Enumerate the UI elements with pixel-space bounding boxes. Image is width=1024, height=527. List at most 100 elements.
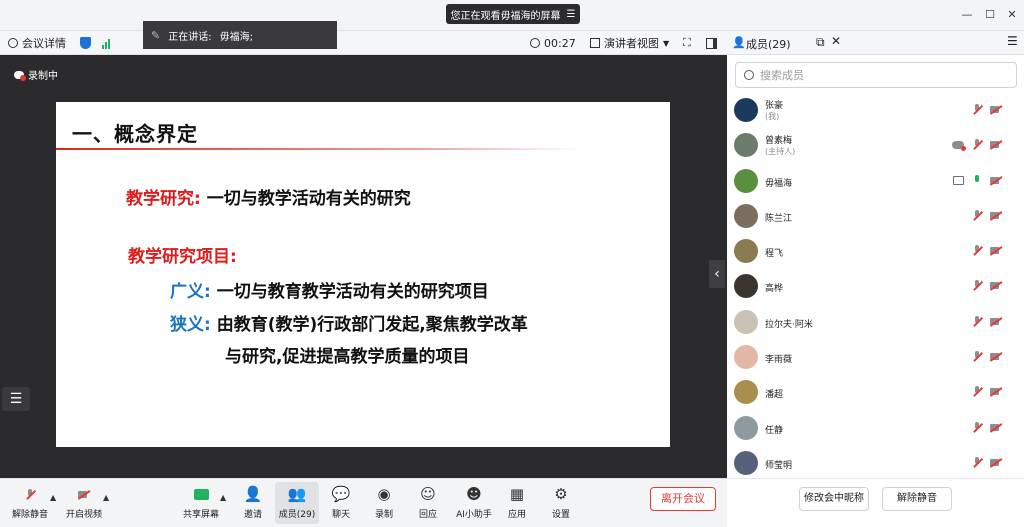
mic-off-icon[interactable] (972, 456, 982, 468)
camera-off-icon[interactable] (990, 352, 1002, 361)
member-row[interactable]: 程飞 (727, 234, 1024, 269)
member-status-icons (972, 351, 1002, 362)
close-panel-icon[interactable]: ✕ (831, 34, 841, 48)
chat-button[interactable]: 💬 聊天 (319, 482, 363, 524)
mic-off-icon[interactable] (972, 139, 982, 150)
camera-off-icon[interactable] (990, 423, 1002, 432)
avatar (734, 133, 758, 158)
camera-off-icon[interactable] (990, 317, 1002, 326)
member-status-icons (972, 104, 1002, 115)
panel-unmute-button[interactable]: 解除静音 (882, 487, 952, 511)
view-mode-button[interactable]: 演讲者视图 ▼ (590, 35, 669, 51)
meeting-details-button[interactable]: 会议详情 (8, 35, 66, 51)
leave-meeting-button[interactable]: 离开会议 (650, 487, 716, 511)
camera-off-icon[interactable] (990, 176, 1002, 185)
fullscreen-icon[interactable]: ⛶ (683, 35, 691, 51)
chevron-left-icon[interactable]: ‹ (709, 260, 725, 288)
members-button[interactable]: 👥 成员(29) (275, 482, 319, 524)
mic-off-icon[interactable] (972, 209, 982, 221)
member-status-icons (953, 174, 1002, 186)
gear-icon: ⚙ (554, 485, 568, 503)
slide-line-1: 教学研究: 一切与教学活动有关的研究 (126, 184, 411, 209)
mic-off-icon[interactable] (972, 245, 982, 256)
member-row[interactable]: 师莹明 (727, 446, 1024, 481)
mic-off-icon[interactable] (972, 386, 982, 397)
popout-icon[interactable]: ⧉ (816, 35, 825, 50)
share-options-chevron-icon[interactable]: ▲ (220, 493, 226, 502)
mic-on-icon[interactable] (972, 174, 982, 186)
member-name: 高桦 (765, 284, 784, 295)
signal-icon[interactable] (102, 35, 110, 51)
duration-value: 00:27 (544, 36, 576, 50)
member-row[interactable]: 任静 (727, 411, 1024, 446)
camera-off-icon[interactable] (990, 246, 1002, 255)
member-row[interactable]: 李雨薇 (727, 340, 1024, 375)
camera-off-icon[interactable] (990, 281, 1002, 290)
camera-off-icon[interactable] (990, 387, 1002, 396)
sharing-notice[interactable]: 您正在观看毋福海的屏幕 ☰ (446, 4, 580, 24)
invite-button[interactable]: 👤 邀请 (231, 482, 275, 524)
search-box[interactable] (735, 62, 1017, 88)
apps-button[interactable]: ▦ 应用 (495, 482, 539, 524)
minimize-icon[interactable]: — (960, 8, 974, 22)
list-toggle-icon[interactable]: ☰ (2, 387, 30, 411)
mic-off-icon[interactable] (972, 104, 982, 115)
speaking-prefix: 正在讲话: (168, 31, 212, 43)
unmute-label: 解除静音 (11, 510, 48, 520)
avatar (734, 415, 758, 440)
members-label: 成员(29) (278, 510, 316, 520)
rename-button[interactable]: 修改会中昵称 (799, 487, 869, 511)
member-row[interactable]: 高桦 (727, 269, 1024, 304)
start-video-button[interactable]: 开启视频 (62, 482, 106, 524)
member-row[interactable]: 潘超 (727, 375, 1024, 410)
member-role: (主持人) (765, 147, 796, 157)
avatar (734, 345, 758, 370)
camera-off-icon[interactable] (990, 140, 1002, 149)
cloud-record-icon[interactable] (952, 141, 966, 152)
mic-off-icon[interactable] (972, 280, 982, 291)
camera-off-icon[interactable] (990, 211, 1002, 220)
member-list: 张豪 (我) 曾素梅 (主持人) 毋福海陈兰江程飞高桦拉尔夫·阿米 李雨薇 潘超 任静师莹明 (727, 93, 1024, 481)
menu-icon[interactable]: ☰ (567, 9, 576, 20)
sidebar-toggle-icon[interactable] (706, 35, 717, 51)
reactions-button[interactable]: ☺ 回应 (406, 482, 450, 524)
recording-cloud-icon (14, 70, 26, 81)
settings-button[interactable]: ⚙ 设置 (539, 482, 583, 524)
member-status-icons (972, 209, 1002, 221)
camera-off-icon[interactable] (990, 105, 1002, 114)
share-screen-button[interactable]: 共享屏幕 (179, 482, 223, 524)
avatar (734, 309, 758, 334)
meeting-window: — ☐ ✕ 您正在观看毋福海的屏幕 ☰ 会议详情 00:27 演讲者视图 ▼ ⛶… (0, 0, 1024, 527)
screen-share-icon[interactable] (953, 175, 964, 185)
avatar (734, 380, 758, 405)
member-row[interactable]: 拉尔夫·阿米 (727, 305, 1024, 340)
broad-label: 广义: (170, 282, 211, 302)
member-name: 张豪 (765, 101, 784, 111)
member-row[interactable]: 曾素梅 (主持人) (727, 128, 1024, 163)
search-input[interactable] (760, 68, 1000, 82)
members-icon: 👥 (287, 485, 307, 503)
video-options-chevron-icon[interactable]: ▲ (103, 493, 109, 502)
mic-off-icon[interactable] (972, 351, 982, 362)
shield-icon[interactable] (80, 35, 91, 51)
close-icon[interactable]: ✕ (1005, 8, 1019, 22)
audio-options-chevron-icon[interactable]: ▲ (50, 493, 56, 502)
maximize-icon[interactable]: ☐ (983, 8, 997, 22)
view-mode-label: 演讲者视图 (604, 37, 659, 50)
info-icon (8, 38, 18, 48)
record-icon: ◉ (377, 485, 391, 503)
mic-off-icon[interactable] (972, 315, 982, 327)
more-menu-icon[interactable]: ☰ (1007, 34, 1018, 48)
members-panel-title: 成员(29) (746, 38, 791, 51)
member-row[interactable]: 毋福海 (727, 164, 1024, 199)
member-name: 陈兰江 (765, 213, 793, 224)
presentation-slide: 一、概念界定 教学研究: 一切与教学活动有关的研究 教学研究项目: 广义: 一切… (56, 102, 670, 447)
member-row[interactable]: 张豪 (我) (727, 93, 1024, 128)
camera-off-icon[interactable] (990, 458, 1002, 467)
unmute-button[interactable]: 解除静音 (8, 482, 52, 524)
ai-assistant-button[interactable]: ☻ AI小助手 (452, 482, 496, 524)
member-name: 师莹明 (765, 460, 793, 471)
member-row[interactable]: 陈兰江 (727, 199, 1024, 234)
record-button[interactable]: ◉ 录制 (362, 482, 406, 524)
mic-off-icon[interactable] (972, 421, 982, 433)
